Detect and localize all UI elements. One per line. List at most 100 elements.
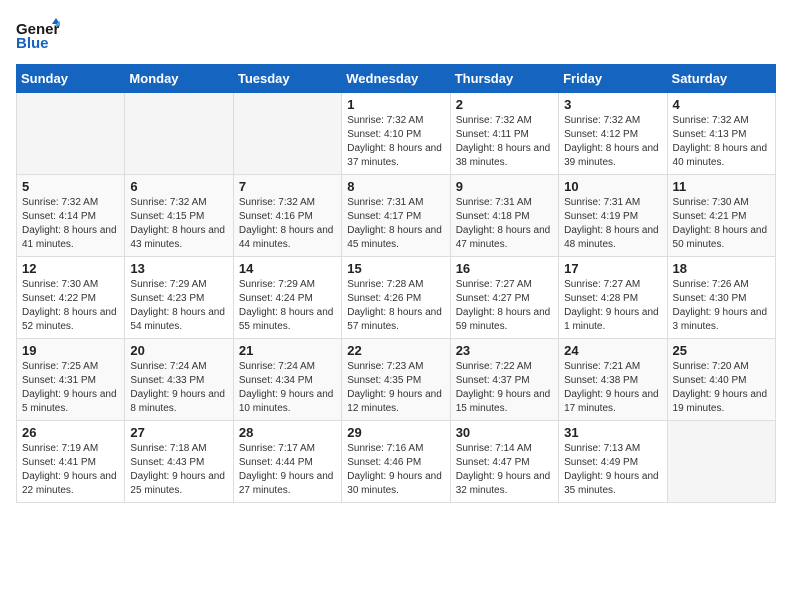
calendar-cell: 23Sunrise: 7:22 AM Sunset: 4:37 PM Dayli… xyxy=(450,339,558,421)
weekday-saturday: Saturday xyxy=(667,65,775,93)
day-info: Sunrise: 7:29 AM Sunset: 4:23 PM Dayligh… xyxy=(130,278,227,334)
day-number: 6 xyxy=(130,179,227,194)
day-info: Sunrise: 7:32 AM Sunset: 4:10 PM Dayligh… xyxy=(347,114,444,170)
day-info: Sunrise: 7:32 AM Sunset: 4:12 PM Dayligh… xyxy=(564,114,661,170)
calendar-table: SundayMondayTuesdayWednesdayThursdayFrid… xyxy=(16,64,776,503)
day-info: Sunrise: 7:13 AM Sunset: 4:49 PM Dayligh… xyxy=(564,442,661,498)
calendar-body: 1 Sunrise: 7:32 AM Sunset: 4:10 PM Daylig… xyxy=(17,93,776,503)
calendar-cell: 2 Sunrise: 7:32 AM Sunset: 4:11 PM Daylig… xyxy=(450,93,558,175)
weekday-wednesday: Wednesday xyxy=(342,65,450,93)
calendar-week-3: 19 Sunrise: 7:25 AM Sunset: 4:31 PM Dayli… xyxy=(17,339,776,421)
calendar-cell: 3 Sunrise: 7:32 AM Sunset: 4:12 PM Daylig… xyxy=(559,93,667,175)
day-number: 2 xyxy=(456,97,553,112)
day-number: 18 xyxy=(673,261,770,276)
calendar-cell xyxy=(667,421,775,503)
calendar-cell: 16 Sunrise: 7:27 AM Sunset: 4:27 PM Dayli… xyxy=(450,257,558,339)
calendar-cell: 22 Sunrise: 7:23 AM Sunset: 4:35 PM Dayli… xyxy=(342,339,450,421)
day-number: 30 xyxy=(456,425,553,440)
day-number: 8 xyxy=(347,179,444,194)
calendar-week-0: 1 Sunrise: 7:32 AM Sunset: 4:10 PM Daylig… xyxy=(17,93,776,175)
day-info: Sunrise: 7:31 AM Sunset: 4:17 PM Dayligh… xyxy=(347,196,444,252)
calendar-cell: 30 Sunrise: 7:14 AM Sunset: 4:47 PM Dayli… xyxy=(450,421,558,503)
day-number: 17 xyxy=(564,261,661,276)
weekday-sunday: Sunday xyxy=(17,65,125,93)
calendar-cell: 10 Sunrise: 7:31 AM Sunset: 4:19 PM Dayli… xyxy=(559,175,667,257)
day-info: Sunrise: 7:31 AM Sunset: 4:19 PM Dayligh… xyxy=(564,196,661,252)
day-number: 10 xyxy=(564,179,661,194)
weekday-thursday: Thursday xyxy=(450,65,558,93)
day-number: 20 xyxy=(130,343,227,358)
calendar-cell xyxy=(125,93,233,175)
calendar-week-2: 12 Sunrise: 7:30 AM Sunset: 4:22 PM Dayli… xyxy=(17,257,776,339)
day-info: Sunrise: 7:26 AM Sunset: 4:30 PM Dayligh… xyxy=(673,278,770,334)
day-info: Sunrise: 7:28 AM Sunset: 4:26 PM Dayligh… xyxy=(347,278,444,334)
calendar-cell: 28Sunrise: 7:17 AM Sunset: 4:44 PM Dayli… xyxy=(233,421,341,503)
page-header: General Blue xyxy=(16,16,776,52)
calendar-cell: 27Sunrise: 7:18 AM Sunset: 4:43 PM Dayli… xyxy=(125,421,233,503)
calendar-cell: 1 Sunrise: 7:32 AM Sunset: 4:10 PM Daylig… xyxy=(342,93,450,175)
day-info: Sunrise: 7:25 AM Sunset: 4:31 PM Dayligh… xyxy=(22,360,119,416)
day-info: Sunrise: 7:32 AM Sunset: 4:16 PM Dayligh… xyxy=(239,196,336,252)
day-number: 5 xyxy=(22,179,119,194)
day-info: Sunrise: 7:27 AM Sunset: 4:27 PM Dayligh… xyxy=(456,278,553,334)
calendar-cell: 25Sunrise: 7:20 AM Sunset: 4:40 PM Dayli… xyxy=(667,339,775,421)
calendar-cell: 6 Sunrise: 7:32 AM Sunset: 4:15 PM Daylig… xyxy=(125,175,233,257)
day-number: 3 xyxy=(564,97,661,112)
day-number: 31 xyxy=(564,425,661,440)
calendar-cell: 7Sunrise: 7:32 AM Sunset: 4:16 PM Daylig… xyxy=(233,175,341,257)
calendar-cell: 12 Sunrise: 7:30 AM Sunset: 4:22 PM Dayli… xyxy=(17,257,125,339)
calendar-cell: 17 Sunrise: 7:27 AM Sunset: 4:28 PM Dayli… xyxy=(559,257,667,339)
calendar-cell xyxy=(17,93,125,175)
calendar-cell: 29 Sunrise: 7:16 AM Sunset: 4:46 PM Dayli… xyxy=(342,421,450,503)
day-number: 29 xyxy=(347,425,444,440)
calendar-cell: 31 Sunrise: 7:13 AM Sunset: 4:49 PM Dayli… xyxy=(559,421,667,503)
calendar-cell: 4Sunrise: 7:32 AM Sunset: 4:13 PM Daylig… xyxy=(667,93,775,175)
day-info: Sunrise: 7:20 AM Sunset: 4:40 PM Dayligh… xyxy=(673,360,770,416)
day-info: Sunrise: 7:27 AM Sunset: 4:28 PM Dayligh… xyxy=(564,278,661,334)
day-info: Sunrise: 7:19 AM Sunset: 4:41 PM Dayligh… xyxy=(22,442,119,498)
day-number: 11 xyxy=(673,179,770,194)
calendar-cell: 19 Sunrise: 7:25 AM Sunset: 4:31 PM Dayli… xyxy=(17,339,125,421)
calendar-cell: 9Sunrise: 7:31 AM Sunset: 4:18 PM Daylig… xyxy=(450,175,558,257)
day-number: 16 xyxy=(456,261,553,276)
calendar-cell: 21Sunrise: 7:24 AM Sunset: 4:34 PM Dayli… xyxy=(233,339,341,421)
calendar-week-4: 26 Sunrise: 7:19 AM Sunset: 4:41 PM Dayli… xyxy=(17,421,776,503)
day-info: Sunrise: 7:29 AM Sunset: 4:24 PM Dayligh… xyxy=(239,278,336,334)
day-number: 26 xyxy=(22,425,119,440)
day-info: Sunrise: 7:16 AM Sunset: 4:46 PM Dayligh… xyxy=(347,442,444,498)
calendar-cell: 14 Sunrise: 7:29 AM Sunset: 4:24 PM Dayli… xyxy=(233,257,341,339)
day-number: 9 xyxy=(456,179,553,194)
logo: General Blue xyxy=(16,16,60,52)
day-info: Sunrise: 7:32 AM Sunset: 4:13 PM Dayligh… xyxy=(673,114,770,170)
day-number: 12 xyxy=(22,261,119,276)
day-info: Sunrise: 7:30 AM Sunset: 4:21 PM Dayligh… xyxy=(673,196,770,252)
day-info: Sunrise: 7:23 AM Sunset: 4:35 PM Dayligh… xyxy=(347,360,444,416)
day-number: 21 xyxy=(239,343,336,358)
day-number: 14 xyxy=(239,261,336,276)
day-number: 1 xyxy=(347,97,444,112)
calendar-cell: 18 Sunrise: 7:26 AM Sunset: 4:30 PM Dayli… xyxy=(667,257,775,339)
calendar-week-1: 5Sunrise: 7:32 AM Sunset: 4:14 PM Daylig… xyxy=(17,175,776,257)
weekday-header-row: SundayMondayTuesdayWednesdayThursdayFrid… xyxy=(17,65,776,93)
day-info: Sunrise: 7:32 AM Sunset: 4:15 PM Dayligh… xyxy=(130,196,227,252)
day-info: Sunrise: 7:21 AM Sunset: 4:38 PM Dayligh… xyxy=(564,360,661,416)
day-number: 22 xyxy=(347,343,444,358)
calendar-cell: 5Sunrise: 7:32 AM Sunset: 4:14 PM Daylig… xyxy=(17,175,125,257)
weekday-monday: Monday xyxy=(125,65,233,93)
calendar-cell xyxy=(233,93,341,175)
day-number: 23 xyxy=(456,343,553,358)
day-number: 19 xyxy=(22,343,119,358)
day-number: 24 xyxy=(564,343,661,358)
day-info: Sunrise: 7:32 AM Sunset: 4:11 PM Dayligh… xyxy=(456,114,553,170)
calendar-cell: 8 Sunrise: 7:31 AM Sunset: 4:17 PM Daylig… xyxy=(342,175,450,257)
day-number: 13 xyxy=(130,261,227,276)
day-info: Sunrise: 7:17 AM Sunset: 4:44 PM Dayligh… xyxy=(239,442,336,498)
day-info: Sunrise: 7:14 AM Sunset: 4:47 PM Dayligh… xyxy=(456,442,553,498)
weekday-friday: Friday xyxy=(559,65,667,93)
calendar-cell: 26 Sunrise: 7:19 AM Sunset: 4:41 PM Dayli… xyxy=(17,421,125,503)
day-info: Sunrise: 7:24 AM Sunset: 4:33 PM Dayligh… xyxy=(130,360,227,416)
logo-icon: General Blue xyxy=(16,16,60,52)
calendar-cell: 13 Sunrise: 7:29 AM Sunset: 4:23 PM Dayli… xyxy=(125,257,233,339)
day-info: Sunrise: 7:30 AM Sunset: 4:22 PM Dayligh… xyxy=(22,278,119,334)
svg-text:Blue: Blue xyxy=(16,35,49,52)
